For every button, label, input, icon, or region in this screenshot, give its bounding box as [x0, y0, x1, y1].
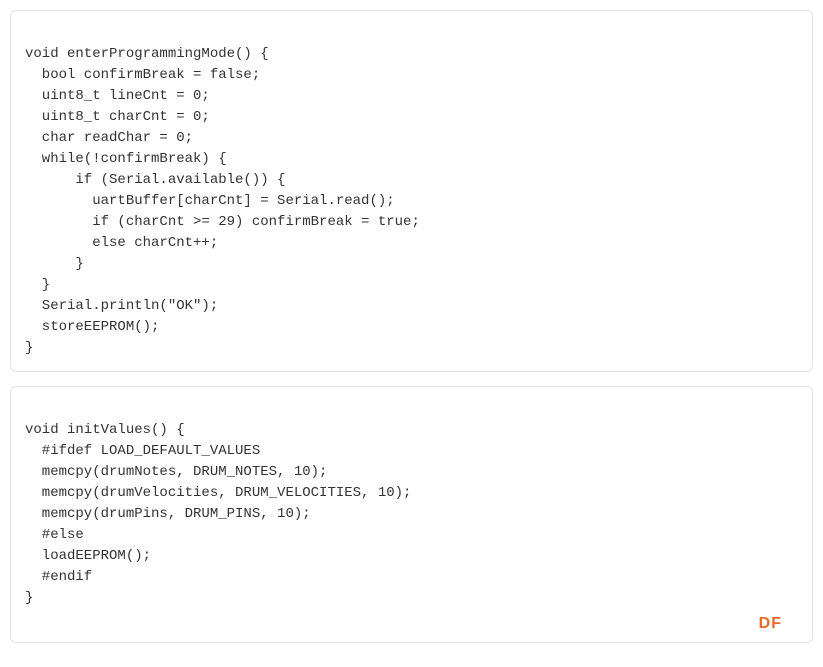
watermark-label: DF — [759, 612, 782, 636]
code-block-2: void initValues() { #ifdef LOAD_DEFAULT_… — [10, 386, 813, 643]
code-text: void initValues() { #ifdef LOAD_DEFAULT_… — [25, 422, 411, 606]
code-text: void enterProgrammingMode() { bool confi… — [25, 46, 420, 356]
code-block-1: void enterProgrammingMode() { bool confi… — [10, 10, 813, 372]
